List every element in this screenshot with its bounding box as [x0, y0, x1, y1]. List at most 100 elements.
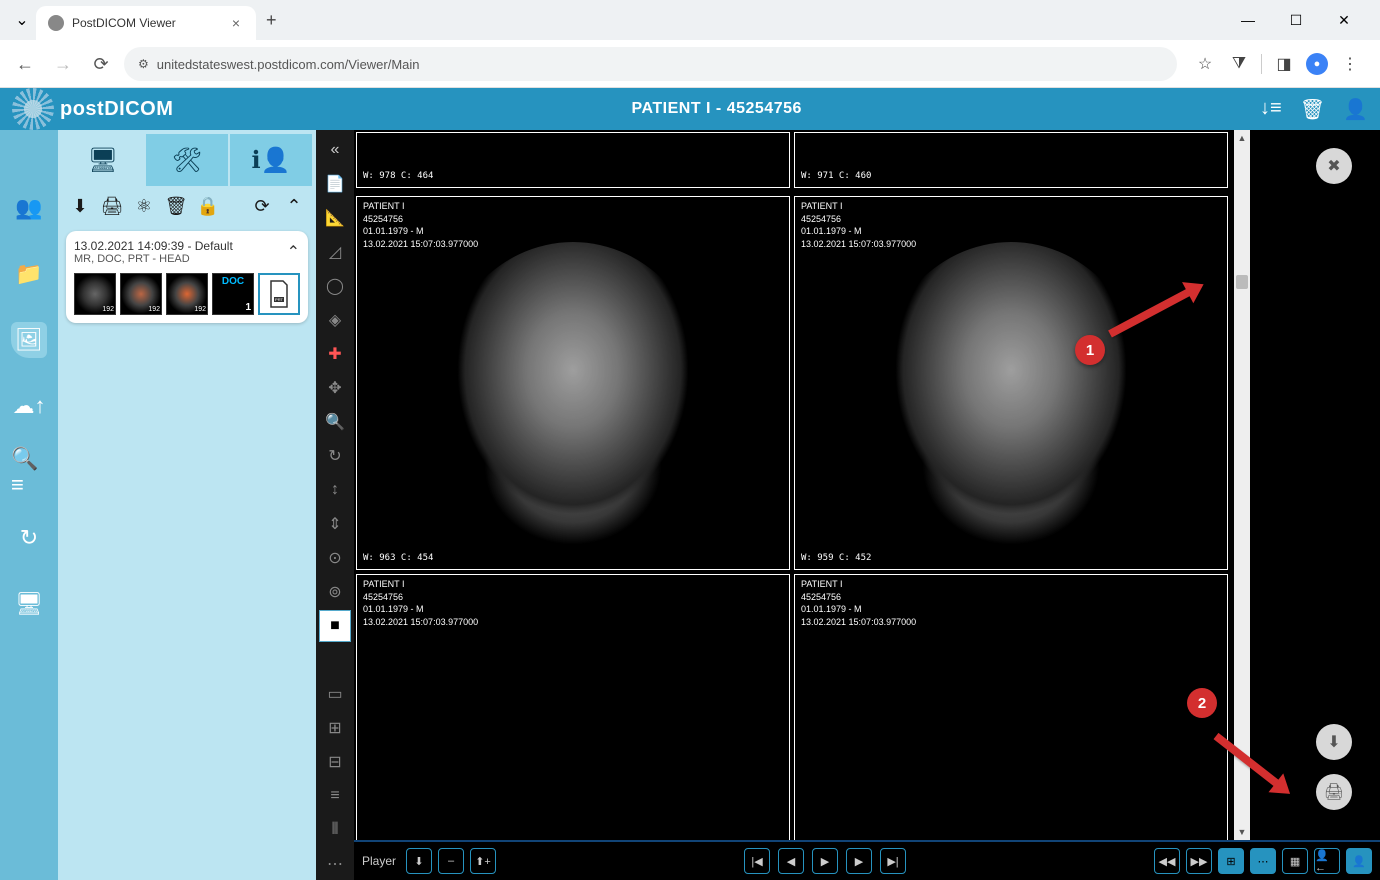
- probe-icon[interactable]: ⊚: [319, 576, 351, 608]
- crosshair-icon[interactable]: ✚: [319, 338, 351, 370]
- layout-button[interactable]: ▦: [1282, 848, 1308, 874]
- prev-frame-button[interactable]: ◀: [778, 848, 804, 874]
- reload-button[interactable]: ⟳: [86, 49, 116, 79]
- viewport-cell[interactable]: PATIENT I 45254756 01.01.1979 - M 13.02.…: [794, 574, 1228, 880]
- series-thumb-1[interactable]: 192: [74, 273, 116, 315]
- grid-button[interactable]: ⊞: [1218, 848, 1244, 874]
- download-icon[interactable]: ⬇: [70, 196, 90, 217]
- move-icon[interactable]: ✥: [319, 372, 351, 404]
- study-card: 13.02.2021 14:09:39 - Default MR, DOC, P…: [66, 231, 308, 323]
- wl-readout: W: 963 C: 454: [363, 553, 433, 565]
- layout-3x3-icon[interactable]: ⊟: [319, 746, 351, 778]
- scroll-thumb[interactable]: [1236, 275, 1248, 289]
- new-tab-button[interactable]: +: [256, 10, 287, 31]
- viewport-area[interactable]: W: 978 C: 464 W: 971 C: 460 PATIENT I 45…: [354, 130, 1234, 880]
- close-icon[interactable]: ×: [228, 15, 244, 31]
- url-input[interactable]: ⚙ unitedstateswest.postdicom.com/Viewer/…: [124, 47, 1177, 81]
- close-overlay-button[interactable]: ✖: [1316, 148, 1352, 184]
- scroll-down-icon[interactable]: ▼: [1234, 824, 1250, 840]
- atom-icon[interactable]: ⚛: [134, 196, 154, 217]
- first-frame-button[interactable]: |◀: [744, 848, 770, 874]
- ruler-icon[interactable]: 📐: [319, 202, 351, 234]
- zoom-icon[interactable]: 🔍: [319, 406, 351, 438]
- series-thumb-prt[interactable]: PRT: [258, 273, 300, 315]
- layout-cols-icon[interactable]: ⦀: [319, 814, 351, 846]
- forward-button[interactable]: →: [48, 49, 78, 79]
- user-icon[interactable]: 👤: [1343, 97, 1368, 122]
- more-icon[interactable]: ⋯: [319, 848, 351, 880]
- layout-rect-icon[interactable]: ▭: [319, 678, 351, 710]
- layout-1x1-icon[interactable]: ■: [319, 610, 351, 642]
- search-list-icon[interactable]: 🔍≡: [11, 454, 47, 490]
- study-header[interactable]: 13.02.2021 14:09:39 - Default MR, DOC, P…: [74, 239, 300, 265]
- speed-down-button[interactable]: ⬇: [406, 848, 432, 874]
- target-icon[interactable]: ⊙: [319, 542, 351, 574]
- assign-user-button[interactable]: 👤: [1346, 848, 1372, 874]
- cine-prev-button[interactable]: ◀◀: [1154, 848, 1180, 874]
- collapse-icon[interactable]: ⌃: [284, 196, 304, 217]
- tab-dropdown[interactable]: ⌄: [8, 6, 36, 34]
- next-frame-button[interactable]: ▶: [846, 848, 872, 874]
- layout-rows-icon[interactable]: ≡: [319, 780, 351, 812]
- sync-icon[interactable]: ↻: [11, 520, 47, 556]
- bookmark-icon[interactable]: ☆: [1193, 52, 1217, 76]
- tab-display[interactable]: 🖥: [62, 134, 144, 186]
- flip-h-icon[interactable]: ⇕: [319, 508, 351, 540]
- angle-icon[interactable]: ◿: [319, 236, 351, 268]
- panel-icon[interactable]: ◨: [1272, 52, 1296, 76]
- monitors-icon[interactable]: 🖥: [11, 586, 47, 622]
- site-settings-icon[interactable]: ⚙: [138, 57, 149, 71]
- minimize-button[interactable]: —: [1228, 5, 1268, 35]
- print-fab[interactable]: 🖨: [1316, 774, 1352, 810]
- erase-icon[interactable]: ◈: [319, 304, 351, 336]
- scroll-up-icon[interactable]: ▲: [1234, 130, 1250, 146]
- images-icon[interactable]: 🖼: [11, 322, 47, 358]
- folders-icon[interactable]: 📁: [11, 256, 47, 292]
- lock-icon[interactable]: 🔒: [198, 196, 218, 217]
- back-button[interactable]: ←: [10, 49, 40, 79]
- last-frame-button[interactable]: ▶|: [880, 848, 906, 874]
- ellipse-icon[interactable]: ◯: [319, 270, 351, 302]
- viewport-cell[interactable]: W: 971 C: 460: [794, 132, 1228, 188]
- close-button[interactable]: ✕: [1324, 5, 1364, 35]
- profile-avatar-icon[interactable]: ●: [1306, 53, 1328, 75]
- series-thumb-3[interactable]: 192: [166, 273, 208, 315]
- maximize-button[interactable]: ☐: [1276, 5, 1316, 35]
- extensions-icon[interactable]: ⧩: [1227, 52, 1251, 76]
- series-thumb-doc[interactable]: DOC1: [212, 273, 254, 315]
- share-user-button[interactable]: 👤←: [1314, 848, 1340, 874]
- browser-tab[interactable]: PostDICOM Viewer ×: [36, 6, 256, 40]
- rotate-icon[interactable]: ↻: [319, 440, 351, 472]
- cine-next-button[interactable]: ▶▶: [1186, 848, 1212, 874]
- tool-rail: « 📄 📐 ◿ ◯ ◈ ✚ ✥ 🔍 ↻ ↕ ⇕ ⊙ ⊚ ■ ▭ ⊞ ⊟ ≡ ⦀ …: [316, 130, 354, 880]
- tab-tools[interactable]: 🛠: [146, 134, 228, 186]
- layout-2x2-icon[interactable]: ⊞: [319, 712, 351, 744]
- viewport-cell[interactable]: PATIENT I 45254756 01.01.1979 - M 13.02.…: [794, 196, 1228, 570]
- sort-icon[interactable]: ↓≡: [1260, 97, 1282, 122]
- chevron-up-icon[interactable]: ⌃: [287, 242, 300, 262]
- annotations-icon[interactable]: 📄: [319, 168, 351, 200]
- delete-icon[interactable]: 🗑: [166, 196, 186, 217]
- flip-v-icon[interactable]: ↕: [319, 474, 351, 506]
- viewport-cell[interactable]: PATIENT I 45254756 01.01.1979 - M 13.02.…: [356, 574, 790, 880]
- download-fab[interactable]: ⬇: [1316, 724, 1352, 760]
- trash-icon[interactable]: 🗑: [1300, 97, 1325, 122]
- more-button[interactable]: ⋯: [1250, 848, 1276, 874]
- speed-reset-button[interactable]: –: [438, 848, 464, 874]
- layout-2col-icon[interactable]: [319, 644, 351, 676]
- menu-icon[interactable]: ⋮: [1338, 52, 1362, 76]
- viewport-cell[interactable]: PATIENT I 45254756 01.01.1979 - M 13.02.…: [356, 196, 790, 570]
- collapse-panel-icon[interactable]: «: [319, 134, 351, 166]
- vertical-scrollbar[interactable]: ▲ ▼: [1234, 130, 1250, 880]
- image-viewer: W: 978 C: 464 W: 971 C: 460 PATIENT I 45…: [354, 130, 1380, 880]
- reset-icon[interactable]: ⟳: [252, 196, 272, 217]
- upload-icon[interactable]: ☁↑: [11, 388, 47, 424]
- play-button[interactable]: ▶: [812, 848, 838, 874]
- patients-icon[interactable]: 👥: [11, 190, 47, 226]
- tab-info[interactable]: ℹ👤: [230, 134, 312, 186]
- series-thumb-2[interactable]: 192: [120, 273, 162, 315]
- speed-up-button[interactable]: ⬆+: [470, 848, 496, 874]
- viewport-cell[interactable]: W: 978 C: 464: [356, 132, 790, 188]
- print-icon[interactable]: 🖨: [102, 196, 122, 217]
- series-panel: 🖥 🛠 ℹ👤 ⬇ 🖨 ⚛ 🗑 🔒 ⟳ ⌃ 13.02.2021 14:09:39…: [58, 130, 316, 880]
